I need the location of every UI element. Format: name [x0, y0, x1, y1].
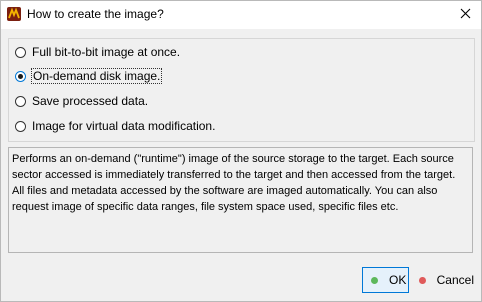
cancel-dot-icon — [419, 276, 426, 284]
option-label: Full bit-to-bit image at once. — [32, 45, 181, 59]
option-virtual-image[interactable]: Image for virtual data modification. — [15, 117, 415, 135]
option-on-demand[interactable]: On-demand disk image. — [15, 67, 415, 85]
description-text: Performs an on-demand ("runtime") image … — [8, 147, 473, 253]
option-save-processed[interactable]: Save processed data. — [15, 92, 415, 110]
radio-virtual-image[interactable] — [15, 120, 26, 132]
ok-label: OK — [389, 273, 407, 287]
close-icon[interactable] — [451, 1, 481, 29]
option-label: Save processed data. — [32, 94, 149, 108]
image-mode-group: Full bit-to-bit image at once. On-demand… — [8, 38, 475, 142]
radio-on-demand[interactable] — [15, 70, 26, 82]
option-full-image[interactable]: Full bit-to-bit image at once. — [15, 43, 415, 61]
option-label: Image for virtual data modification. — [32, 119, 216, 133]
radio-save-processed[interactable] — [15, 95, 26, 107]
radio-full-image[interactable] — [15, 46, 26, 58]
dialog-title: How to create the image? — [27, 7, 164, 21]
title-bar: How to create the image? — [1, 1, 481, 29]
ok-dot-icon — [371, 276, 378, 284]
cancel-button[interactable]: Cancel — [415, 267, 475, 293]
option-label: On-demand disk image. — [30, 68, 163, 84]
ok-button[interactable]: OK — [362, 267, 409, 293]
app-logo-icon — [7, 7, 21, 21]
dialog-window: How to create the image? Full bit-to-bit… — [0, 0, 482, 302]
cancel-label: Cancel — [436, 273, 474, 287]
